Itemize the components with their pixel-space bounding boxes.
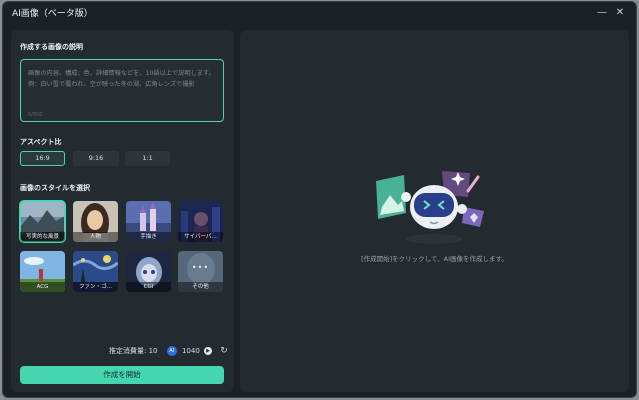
aspect-1-1-button[interactable]: 1:1 — [125, 151, 170, 166]
credit-balance: 1040 — [181, 347, 200, 355]
style-card-other[interactable]: ••• その他 — [178, 251, 223, 292]
estimated-cost-label: 推定消費量: 10 — [109, 347, 158, 355]
style-label: 画像のスタイルを選択 — [20, 184, 90, 192]
title-bar: AI画像（ベータ版） — ✕ — [3, 2, 636, 24]
refresh-icon[interactable]: ↻ — [220, 346, 228, 356]
description-textarea[interactable]: 画像の内容、構成、色、詳細情報などを、10語以上で説明します。例：白い雪で覆われ… — [20, 59, 224, 122]
style-card-cyberpunk[interactable]: サイバーパ… — [178, 201, 223, 242]
style-card-label: その他 — [178, 282, 223, 292]
window-title: AI画像（ベータ版） — [12, 9, 93, 19]
style-card-label: ファン・ゴ… — [73, 282, 118, 292]
settings-panel: 作成する画像の説明 画像の内容、構成、色、詳細情報などを、10語以上で説明します… — [11, 30, 234, 392]
style-card-label: サイバーパ… — [178, 232, 223, 242]
description-label: 作成する画像の説明 — [20, 43, 83, 51]
estimated-cost-row: 推定消費量: 10 AI 1040 ▶ ↻ — [109, 346, 228, 358]
style-card-hand-drawn[interactable]: 手描き — [126, 201, 171, 242]
ai-credit-icon: AI — [166, 346, 177, 356]
style-card-label: 手描き — [126, 232, 171, 242]
close-icon[interactable]: ✕ — [612, 5, 628, 21]
style-card-realistic-landscape[interactable]: 写実的な風景 — [19, 200, 66, 243]
style-card-label: 人物 — [73, 232, 118, 242]
style-card-portrait[interactable]: 人物 — [73, 201, 118, 242]
aspect-ratio-label: アスペクト比 — [20, 138, 62, 146]
preview-panel: [作成開始]をクリックして、AI画像を作成します。 — [240, 30, 629, 392]
robot-illustration-icon — [376, 171, 484, 244]
aspect-16-9-button[interactable]: 16:9 — [20, 151, 65, 166]
more-icon: ••• — [191, 263, 210, 272]
style-card-acg[interactable]: ACG — [20, 251, 65, 292]
style-card-label: ACG — [20, 282, 65, 292]
generate-hint-text: [作成開始]をクリックして、AI画像を作成します。 — [361, 255, 508, 263]
style-card-label: CGI — [126, 282, 171, 292]
start-create-button[interactable]: 作成を開始 — [20, 366, 224, 384]
play-icon[interactable]: ▶ — [204, 347, 213, 355]
style-card-van-gogh[interactable]: ファン・ゴ… — [73, 251, 118, 292]
style-card-cgi[interactable]: CGI — [126, 251, 171, 292]
style-card-label: 写実的な風景 — [20, 232, 65, 242]
character-counter: 0/800 — [28, 112, 43, 118]
description-placeholder: 画像の内容、構成、色、詳細情報などを、10語以上で説明します。例：白い雪で覆われ… — [28, 70, 215, 88]
app-window: AI画像（ベータ版） — ✕ 作成する画像の説明 画像の内容、構成、色、詳細情報… — [2, 1, 637, 398]
aspect-9-16-button[interactable]: 9:16 — [73, 151, 119, 166]
minimize-icon[interactable]: — — [594, 5, 610, 21]
